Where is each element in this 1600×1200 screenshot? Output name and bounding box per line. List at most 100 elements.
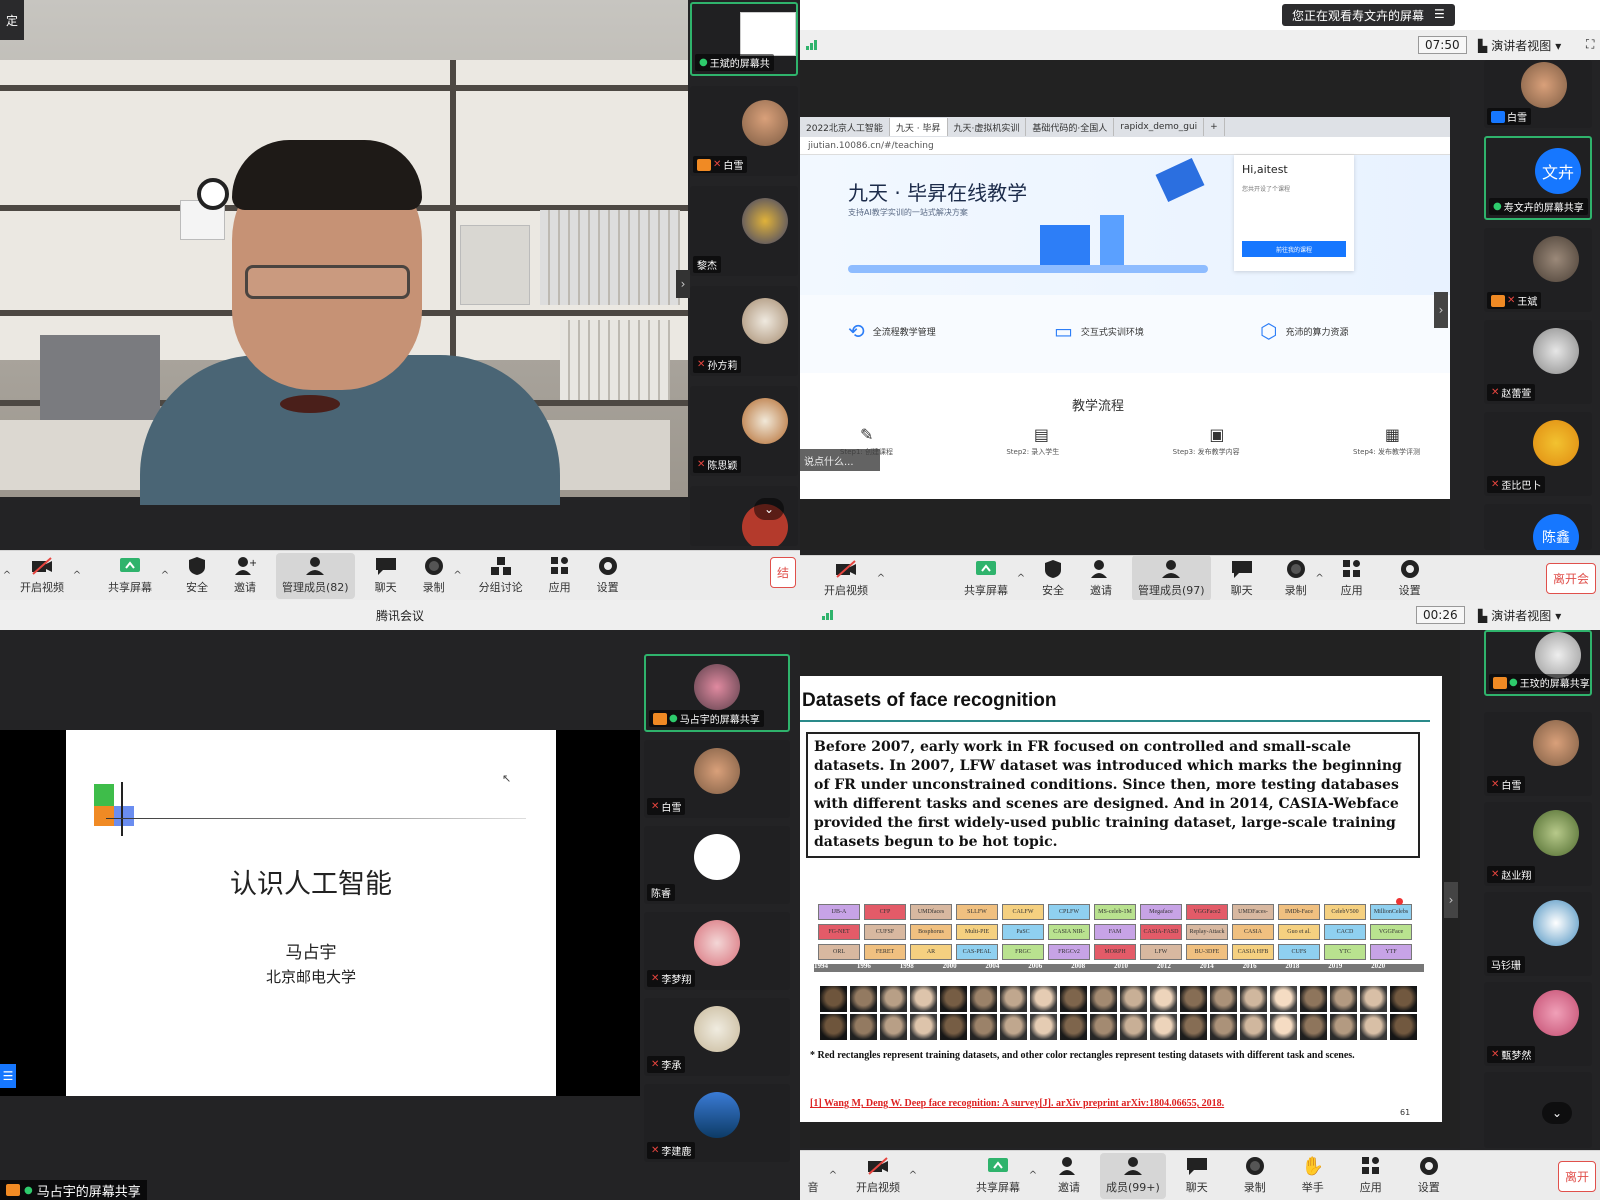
record-button[interactable]: 录制 [1279, 555, 1313, 600]
settings-button[interactable]: 设置 [1412, 1153, 1446, 1199]
share-screen-button[interactable]: 共享屏幕 [970, 1153, 1026, 1199]
chat-button[interactable]: 聊天 [1225, 555, 1259, 600]
viewing-banner[interactable]: 您正在观看寿文卉的屏幕 ☰ [1282, 4, 1455, 26]
browser-tab[interactable]: 九天·虚拟机实训 [948, 118, 1027, 136]
chevron-up-icon[interactable]: ^ [826, 1169, 840, 1183]
my-courses-button[interactable]: 前往我的课程 [1242, 241, 1346, 257]
participant-name: ✕ 孙方莉 [693, 356, 742, 373]
address-bar[interactable]: jiutian.10086.cn/#/teaching [800, 137, 1450, 155]
reference-link[interactable]: [1] Wang M, Deng W. Deep face recognitio… [810, 1098, 1224, 1109]
chevron-up-icon[interactable]: ^ [874, 571, 888, 585]
share-screen-button[interactable]: 共享屏幕 [958, 555, 1014, 600]
share-screen-button[interactable]: 共享屏幕 [102, 553, 158, 599]
face-thumbnail [850, 986, 877, 1040]
participant-tile[interactable]: 黎杰 [690, 186, 798, 276]
chevron-up-icon[interactable]: ^ [906, 1169, 920, 1183]
participant-tile[interactable]: ⌄ [1484, 1072, 1592, 1148]
chevron-up-icon[interactable]: ^ [451, 569, 465, 583]
collapse-panel-button[interactable]: › [1444, 882, 1458, 918]
video-button[interactable]: 开启视频 [850, 1153, 906, 1199]
browser-tab[interactable]: 2022北京人工智能 [800, 118, 890, 136]
participant-tile[interactable]: ✕ 白雪 [1484, 712, 1592, 796]
apps-button[interactable]: 应用 [1335, 555, 1369, 600]
collapse-panel-button[interactable]: › [1434, 292, 1448, 328]
avatar [694, 834, 740, 880]
leave-button[interactable]: 离开 [1557, 1161, 1596, 1192]
chevron-up-icon[interactable]: ^ [1313, 571, 1327, 585]
menu-icon[interactable]: ☰ [0, 1064, 16, 1088]
collapse-panel-button[interactable]: › [676, 270, 690, 298]
avatar [742, 198, 788, 244]
invite-button[interactable]: 邀请 [1084, 555, 1118, 600]
apps-button[interactable]: 应用 [543, 553, 577, 599]
participant-tile[interactable]: ✕ 白雪 [644, 740, 790, 818]
participant-tile[interactable]: ✕ 李承 [644, 998, 790, 1076]
browser-tab[interactable]: rapidx_demo_gui [1114, 118, 1205, 136]
participant-tile[interactable]: ✕ 孙方莉 [690, 286, 798, 376]
participant-tile[interactable]: ✕ 李梦翔 [644, 912, 790, 990]
apps-button[interactable]: 应用 [1354, 1153, 1388, 1199]
leave-button[interactable]: 离开会 [1545, 563, 1596, 594]
menu-icon[interactable]: ☰ [1434, 7, 1445, 23]
chevron-up-icon[interactable]: ^ [0, 569, 14, 583]
invite-button[interactable]: + 邀请 [228, 553, 262, 599]
timeline-year: 2020 [1371, 962, 1386, 970]
participant-tile[interactable]: ✕ 赵蕾萱 [1484, 320, 1592, 404]
view-mode-select[interactable]: ▙ 演讲者视图 ▾ [1478, 607, 1561, 624]
settings-button[interactable]: 设置 [1393, 555, 1427, 600]
members-button[interactable]: 管理成员(97) [1132, 555, 1211, 600]
chat-button[interactable]: 聊天 [369, 553, 403, 599]
security-button[interactable]: 安全 [1036, 555, 1070, 600]
share-screen-icon [119, 556, 141, 576]
scroll-down-button[interactable]: ⌄ [1542, 1102, 1572, 1124]
breakout-button[interactable]: 分组讨论 [473, 553, 529, 599]
video-button[interactable]: 开启视频 [818, 555, 874, 600]
audio-button[interactable]: 音 [800, 1153, 826, 1199]
participant-tile[interactable]: 白雪 [1484, 60, 1592, 128]
raise-hand-button[interactable]: ✋ 举手 [1296, 1153, 1330, 1199]
participant-tile[interactable]: 陈睿 [644, 826, 790, 904]
participant-tile[interactable]: ● 马占宇的屏幕共享 [644, 654, 790, 732]
participant-tile[interactable]: ✕ 陈思颖 [690, 386, 798, 476]
participant-tile[interactable]: 陈鑫 [1484, 504, 1592, 550]
participant-tile[interactable]: ✕ 歪比巴卜 [1484, 412, 1592, 496]
members-button[interactable]: 成员(99+) [1100, 1152, 1166, 1199]
browser-tab[interactable]: 九天 · 毕昇 [889, 118, 948, 136]
participant-tile[interactable]: ✕ 甄梦然 [1484, 982, 1592, 1066]
microphone-icon [802, 1156, 824, 1176]
chevron-up-icon[interactable]: ^ [158, 569, 172, 583]
mic-off-icon: ✕ [697, 459, 706, 470]
security-button[interactable]: 安全 [180, 553, 214, 599]
participant-tile[interactable]: 文卉 ● 寿文卉的屏幕共享 [1484, 136, 1592, 220]
new-tab-button[interactable]: + [1204, 118, 1225, 136]
leave-button[interactable]: 结 [769, 557, 796, 588]
video-button[interactable]: 开启视频 [14, 553, 70, 599]
chevron-up-icon[interactable]: ^ [1026, 1169, 1040, 1183]
participant-tile[interactable]: ● 王玟的屏幕共享 [1484, 630, 1592, 696]
participant-tile[interactable]: ✕ 王斌 [1484, 228, 1592, 312]
settings-button[interactable]: 设置 [591, 553, 625, 599]
fullscreen-icon[interactable]: ⛶ [1586, 37, 1594, 52]
members-button[interactable]: 管理成员(82) [276, 552, 355, 599]
scroll-down-button[interactable]: ⌄ [754, 498, 784, 520]
chevron-up-icon[interactable]: ^ [1014, 571, 1028, 585]
chat-input-hint[interactable]: 说点什么... [800, 449, 880, 471]
participant-tile[interactable]: 马钐珊 [1484, 892, 1592, 976]
avatar [1521, 62, 1567, 108]
participant-tile[interactable]: ● 王斌的屏幕共 [690, 2, 798, 76]
participant-tile[interactable]: ✕ 李建鹿 [644, 1084, 790, 1162]
participant-tile[interactable]: ⌄ [690, 486, 798, 546]
svg-text:+: + [249, 558, 256, 569]
browser-tab[interactable]: 基础代码的·全国人 [1026, 118, 1115, 136]
dataset-box: CASIA-FASD [1140, 924, 1182, 940]
participant-tile[interactable]: ✕ 赵业翔 [1484, 802, 1592, 886]
chevron-up-icon[interactable]: ^ [70, 569, 84, 583]
record-button[interactable]: 录制 [1238, 1153, 1272, 1199]
participant-tile[interactable]: ✕ 白雪 [690, 86, 798, 176]
cursor-icon: ↖ [502, 772, 512, 785]
invite-button[interactable]: 邀请 [1052, 1153, 1086, 1199]
host-badge-icon [6, 1184, 20, 1196]
record-button[interactable]: 录制 [417, 553, 451, 599]
chat-button[interactable]: 聊天 [1180, 1153, 1214, 1199]
view-mode-select[interactable]: ▙ 演讲者视图 ▾ [1478, 37, 1561, 54]
